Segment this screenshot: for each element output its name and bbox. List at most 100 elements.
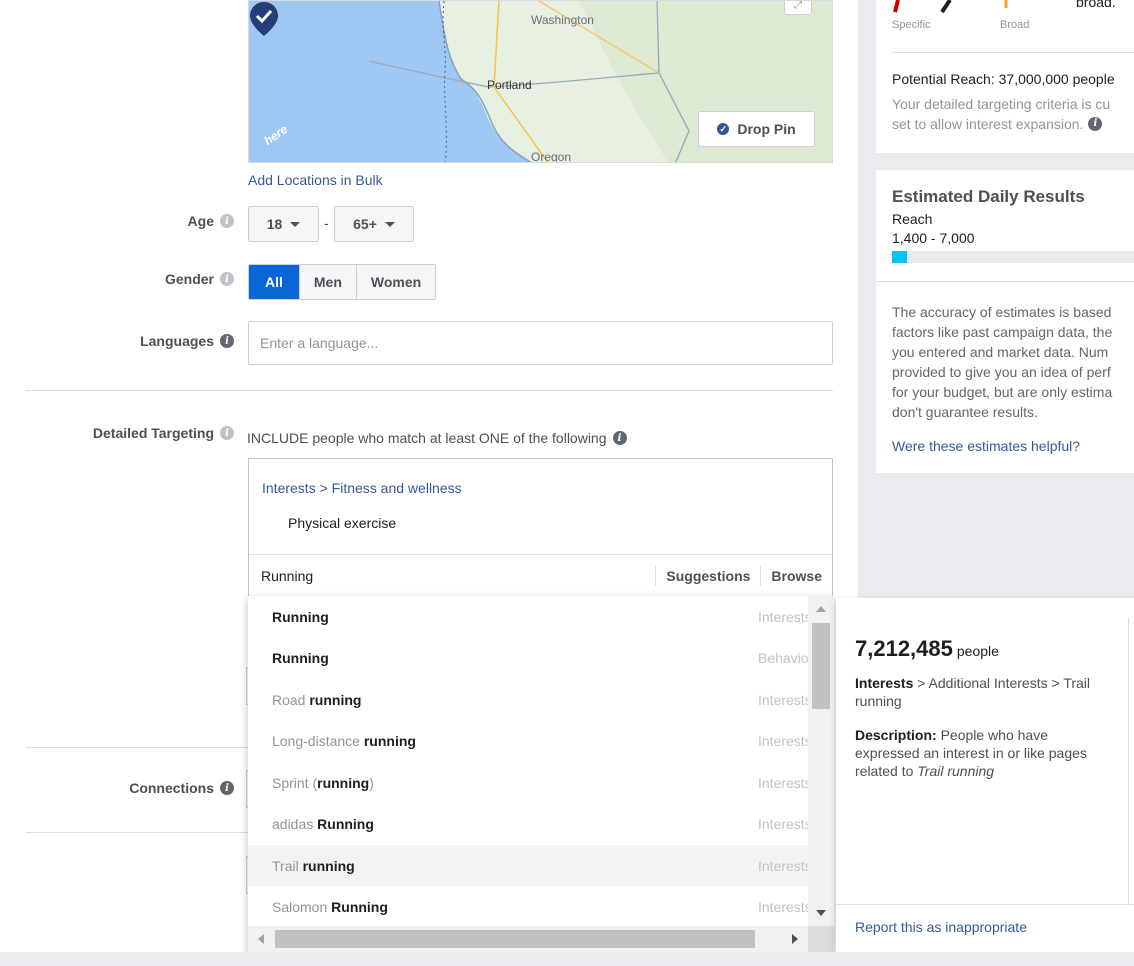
targeting-expansion-note: Your detailed targeting criteria is cu s…: [892, 96, 1111, 132]
suggestion-match: Running: [317, 816, 374, 832]
suggestion-match: running: [302, 857, 355, 874]
scrollbar-thumb[interactable]: [275, 930, 755, 948]
detailed-targeting-box: Interests > Fitness and wellness Physica…: [248, 458, 833, 597]
suggestion-prefix: Sprint (: [272, 774, 318, 791]
detailed-targeting-info-icon[interactable]: i: [220, 426, 234, 440]
scroll-right-icon[interactable]: [792, 934, 798, 944]
audience-meter: [893, 0, 1008, 14]
connections-info-icon[interactable]: i: [220, 781, 234, 795]
meter-specific-label: Specific: [892, 19, 931, 31]
age-separator: -: [324, 215, 329, 231]
suggestion-match: Running: [272, 608, 329, 625]
age-label: Age i: [188, 213, 234, 229]
scroll-down-icon[interactable]: [816, 910, 826, 916]
card-divider: [892, 52, 1134, 53]
selected-targeting-item[interactable]: Physical exercise: [288, 515, 396, 531]
suggestion-item[interactable]: Sprint (running) Interests: [248, 762, 808, 803]
suggestion-category: Interests: [758, 608, 808, 625]
suggestion-category: Interests: [758, 857, 808, 874]
daily-results-title: Estimated Daily Results: [892, 187, 1085, 206]
gender-toggle-group: All Men Women: [248, 264, 437, 300]
suggestion-item[interactable]: Trail running Interests: [248, 845, 808, 886]
gender-men-button[interactable]: Men: [299, 265, 357, 299]
scrollbar-thumb[interactable]: [812, 623, 830, 709]
map-label-oregon: Oregon: [531, 150, 572, 163]
targeting-search-row: Suggestions Browse: [249, 554, 832, 597]
age-min-select[interactable]: 18: [248, 206, 319, 242]
panel-edge: [1128, 618, 1129, 906]
meter-broad-label: Broad: [1000, 19, 1030, 31]
audience-count: 7,212,485 people: [855, 636, 999, 661]
scrollbar-corner: [808, 926, 834, 952]
add-locations-bulk-link[interactable]: Add Locations in Bulk: [248, 172, 383, 188]
suggestion-category: Interests: [758, 691, 808, 708]
suggestion-prefix: Long-distance: [272, 733, 364, 749]
suggestion-detail-panel: 7,212,485 people Interests > Additional I…: [836, 598, 1134, 952]
suggestion-item[interactable]: Running Behaviors: [248, 638, 808, 679]
suggestion-item[interactable]: Long-distance running Interests: [248, 721, 808, 762]
suggestion-suffix: ): [369, 774, 374, 791]
languages-label: Languages i: [140, 333, 234, 349]
expansion-info-icon[interactable]: i: [1088, 117, 1103, 131]
suggestion-list: Running Interests Running Behaviors Road run…: [248, 596, 808, 926]
location-map[interactable]: Washington Portland Oregon here ⤢ ✓ Drop…: [248, 0, 833, 163]
targeting-breadcrumb: Interests > Fitness and wellness: [262, 480, 462, 496]
report-inappropriate-link[interactable]: Report this as inappropriate: [855, 919, 1027, 935]
vertical-scrollbar[interactable]: [808, 596, 834, 926]
potential-reach: Potential Reach: 37,000,000 people: [892, 71, 1115, 87]
suggestion-prefix: Trail: [272, 857, 303, 874]
reach-bar: [892, 251, 1134, 263]
reach-label: Reach: [892, 211, 933, 227]
breadcrumb-subcategory[interactable]: Fitness and wellness: [332, 480, 462, 496]
suggestion-category: Behaviors: [758, 650, 808, 666]
gender-women-button[interactable]: Women: [356, 265, 436, 299]
age-max-select[interactable]: 65+: [334, 206, 414, 242]
map-label-portland: Portland: [487, 78, 532, 92]
map-pin-icon[interactable]: [249, 1, 279, 37]
scroll-up-icon[interactable]: [816, 606, 826, 612]
estimate-accuracy-text: The accuracy of estimates is based facto…: [892, 304, 1113, 420]
estimates-helpful-link[interactable]: Were these estimates helpful?: [892, 438, 1080, 454]
tab-browse[interactable]: Browse: [761, 568, 832, 584]
breadcrumb-separator: >: [319, 480, 328, 496]
age-info-icon[interactable]: i: [220, 214, 234, 228]
suggestion-match: running: [317, 774, 370, 791]
drop-pin-button[interactable]: ✓ Drop Pin: [698, 111, 815, 147]
suggestion-match: running: [309, 691, 362, 708]
include-info-icon[interactable]: i: [612, 431, 627, 445]
gender-info-icon[interactable]: i: [220, 272, 234, 286]
suggestion-match: running: [363, 733, 416, 749]
suggestion-item[interactable]: Running Interests: [248, 596, 808, 637]
tab-suggestions[interactable]: Suggestions: [656, 568, 760, 584]
suggestion-item[interactable]: Road running Interests: [248, 679, 808, 720]
panel-divider: [836, 904, 1134, 905]
suggestion-item[interactable]: Salomon Running Interests: [248, 887, 808, 927]
targeting-search-input[interactable]: [249, 555, 639, 597]
suggestion-match: Running: [272, 650, 329, 666]
pin-check-icon: ✓: [717, 123, 730, 135]
drop-pin-label: Drop Pin: [737, 121, 796, 137]
breadcrumb-category[interactable]: Interests: [262, 480, 316, 496]
page-bottom-bar: [0, 952, 1134, 966]
languages-input[interactable]: [248, 321, 833, 365]
suggestion-prefix: Salomon: [272, 899, 332, 915]
interest-description: Description: People who have expressed a…: [855, 727, 1087, 779]
suggestion-category: Interests: [758, 774, 808, 791]
suggestion-category: Interests: [758, 816, 808, 832]
suggestion-item[interactable]: adidas Running Interests: [248, 804, 808, 845]
targeting-suggestions-dropdown: Running Interests Running Behaviors Road run…: [248, 596, 834, 952]
suggestion-prefix: Road: [272, 691, 310, 708]
scroll-left-icon[interactable]: [258, 934, 264, 944]
audience-size-card: broad. Specific Broad Potential Reach: 3…: [876, 0, 1134, 153]
reach-range: 1,400 - 7,000: [892, 230, 975, 246]
horizontal-scrollbar[interactable]: [248, 926, 808, 952]
card-divider: [876, 281, 1134, 282]
map-label-washington: Washington: [531, 13, 594, 27]
suggestion-match: Running: [331, 899, 388, 915]
caret-down-icon: [384, 221, 395, 227]
section-divider: [26, 747, 248, 748]
gender-all-button[interactable]: All: [249, 265, 300, 299]
map-expand-icon[interactable]: ⤢: [784, 1, 812, 15]
suggestion-category: Interests: [758, 899, 808, 915]
languages-info-icon[interactable]: i: [220, 334, 234, 348]
